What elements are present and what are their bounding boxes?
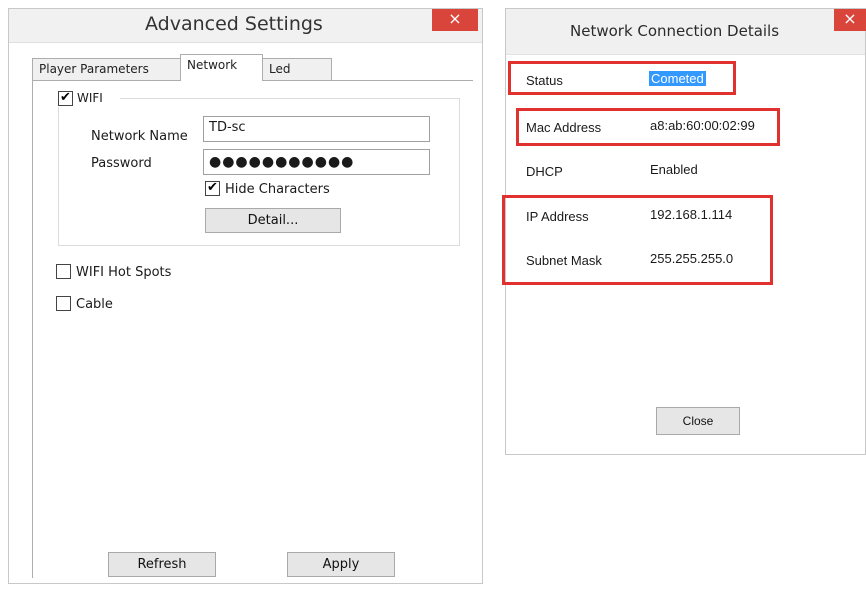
network-name-label: Network Name <box>91 129 188 144</box>
tab-led[interactable]: Led <box>262 58 332 80</box>
cable-checkbox[interactable] <box>56 296 71 311</box>
apply-button[interactable]: Apply <box>287 552 395 577</box>
dhcp-label: DHCP <box>526 164 563 179</box>
window-title: Advanced Settings <box>145 13 323 35</box>
wifi-label: WIFI <box>77 91 103 105</box>
mac-address-highlight-box <box>516 108 780 146</box>
wifi-hotspots-label: WIFI Hot Spots <box>76 265 172 280</box>
password-label: Password <box>91 156 152 171</box>
hide-characters-checkbox[interactable]: ✔ <box>205 181 220 196</box>
dhcp-value: Enabled <box>650 162 698 177</box>
tab-player-parameters[interactable]: Player Parameters <box>32 58 181 80</box>
details-close-icon[interactable]: × <box>834 9 866 31</box>
detail-button[interactable]: Detail... <box>205 208 341 233</box>
wifi-checkbox[interactable]: ✔ <box>58 91 73 106</box>
close-icon[interactable]: × <box>432 9 478 31</box>
hide-characters-label: Hide Characters <box>225 182 330 197</box>
details-window-title: Network Connection Details <box>570 22 780 40</box>
tab-network[interactable]: Network <box>180 54 263 81</box>
ip-subnet-highlight-box <box>502 195 773 285</box>
refresh-button[interactable]: Refresh <box>108 552 216 577</box>
close-button[interactable]: Close <box>656 407 740 435</box>
password-input[interactable]: ●●●●●●●●●●● <box>203 149 430 175</box>
network-name-input[interactable]: TD-sc <box>203 116 430 142</box>
details-title-bar[interactable]: Network Connection Details × <box>506 9 866 55</box>
wifi-hotspots-checkbox[interactable] <box>56 264 71 279</box>
title-bar[interactable]: Advanced Settings × <box>9 9 482 43</box>
status-highlight-box <box>508 61 736 95</box>
cable-label: Cable <box>76 297 113 312</box>
